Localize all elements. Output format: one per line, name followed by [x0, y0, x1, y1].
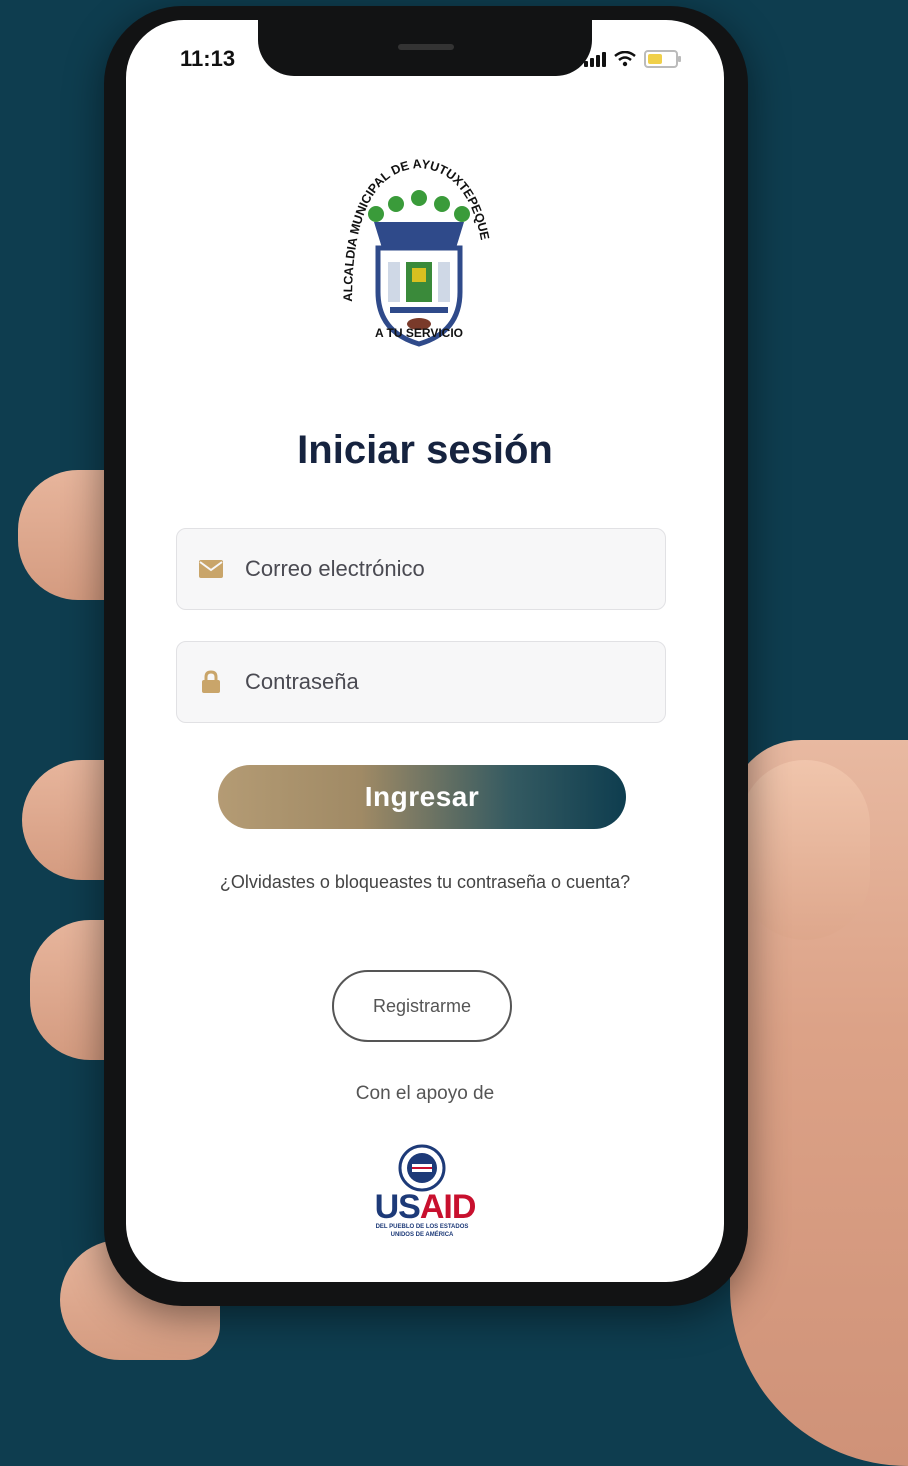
- usaid-tagline: DEL PUEBLO DE LOS ESTADOS UNIDOS DE AMÉR…: [375, 1224, 469, 1238]
- email-input[interactable]: [243, 555, 665, 583]
- lock-icon: [199, 670, 223, 694]
- status-time: 11:13: [180, 46, 236, 71]
- support-text: Con el apoyo de: [355, 1083, 495, 1104]
- forgot-password-link[interactable]: ¿Olvidastes o bloqueastes tu contraseña …: [196, 870, 654, 894]
- wifi-icon: [614, 51, 636, 67]
- password-field[interactable]: [176, 641, 666, 723]
- battery-icon: [644, 50, 681, 68]
- usaid-logo-aid: AID: [419, 1188, 477, 1226]
- notch: [258, 20, 592, 76]
- municipal-logo: ALCALDIA MUNICIPAL DE AYUTUXTEPEQUE: [341, 157, 492, 347]
- logo-caption: A TU SERVICIO: [374, 326, 463, 340]
- usaid-logo-us: US: [374, 1188, 421, 1226]
- usaid-seal-icon: [398, 1144, 446, 1192]
- status-icons: [584, 50, 681, 68]
- page-title: Iniciar sesión: [297, 428, 553, 472]
- email-field[interactable]: [176, 528, 666, 610]
- app-screen: 11:13 ALCALDIA MUNICIPAL DE AYUTUXTEPEQU…: [126, 20, 724, 1282]
- password-input[interactable]: [243, 668, 665, 696]
- signal-icon: [584, 51, 606, 67]
- thumb: [740, 760, 870, 940]
- login-button[interactable]: Ingresar: [218, 765, 626, 829]
- register-button[interactable]: Registrarme: [332, 970, 512, 1042]
- envelope-icon: [199, 557, 223, 581]
- usaid-logo: USAID: [126, 1188, 724, 1227]
- speaker: [398, 44, 454, 50]
